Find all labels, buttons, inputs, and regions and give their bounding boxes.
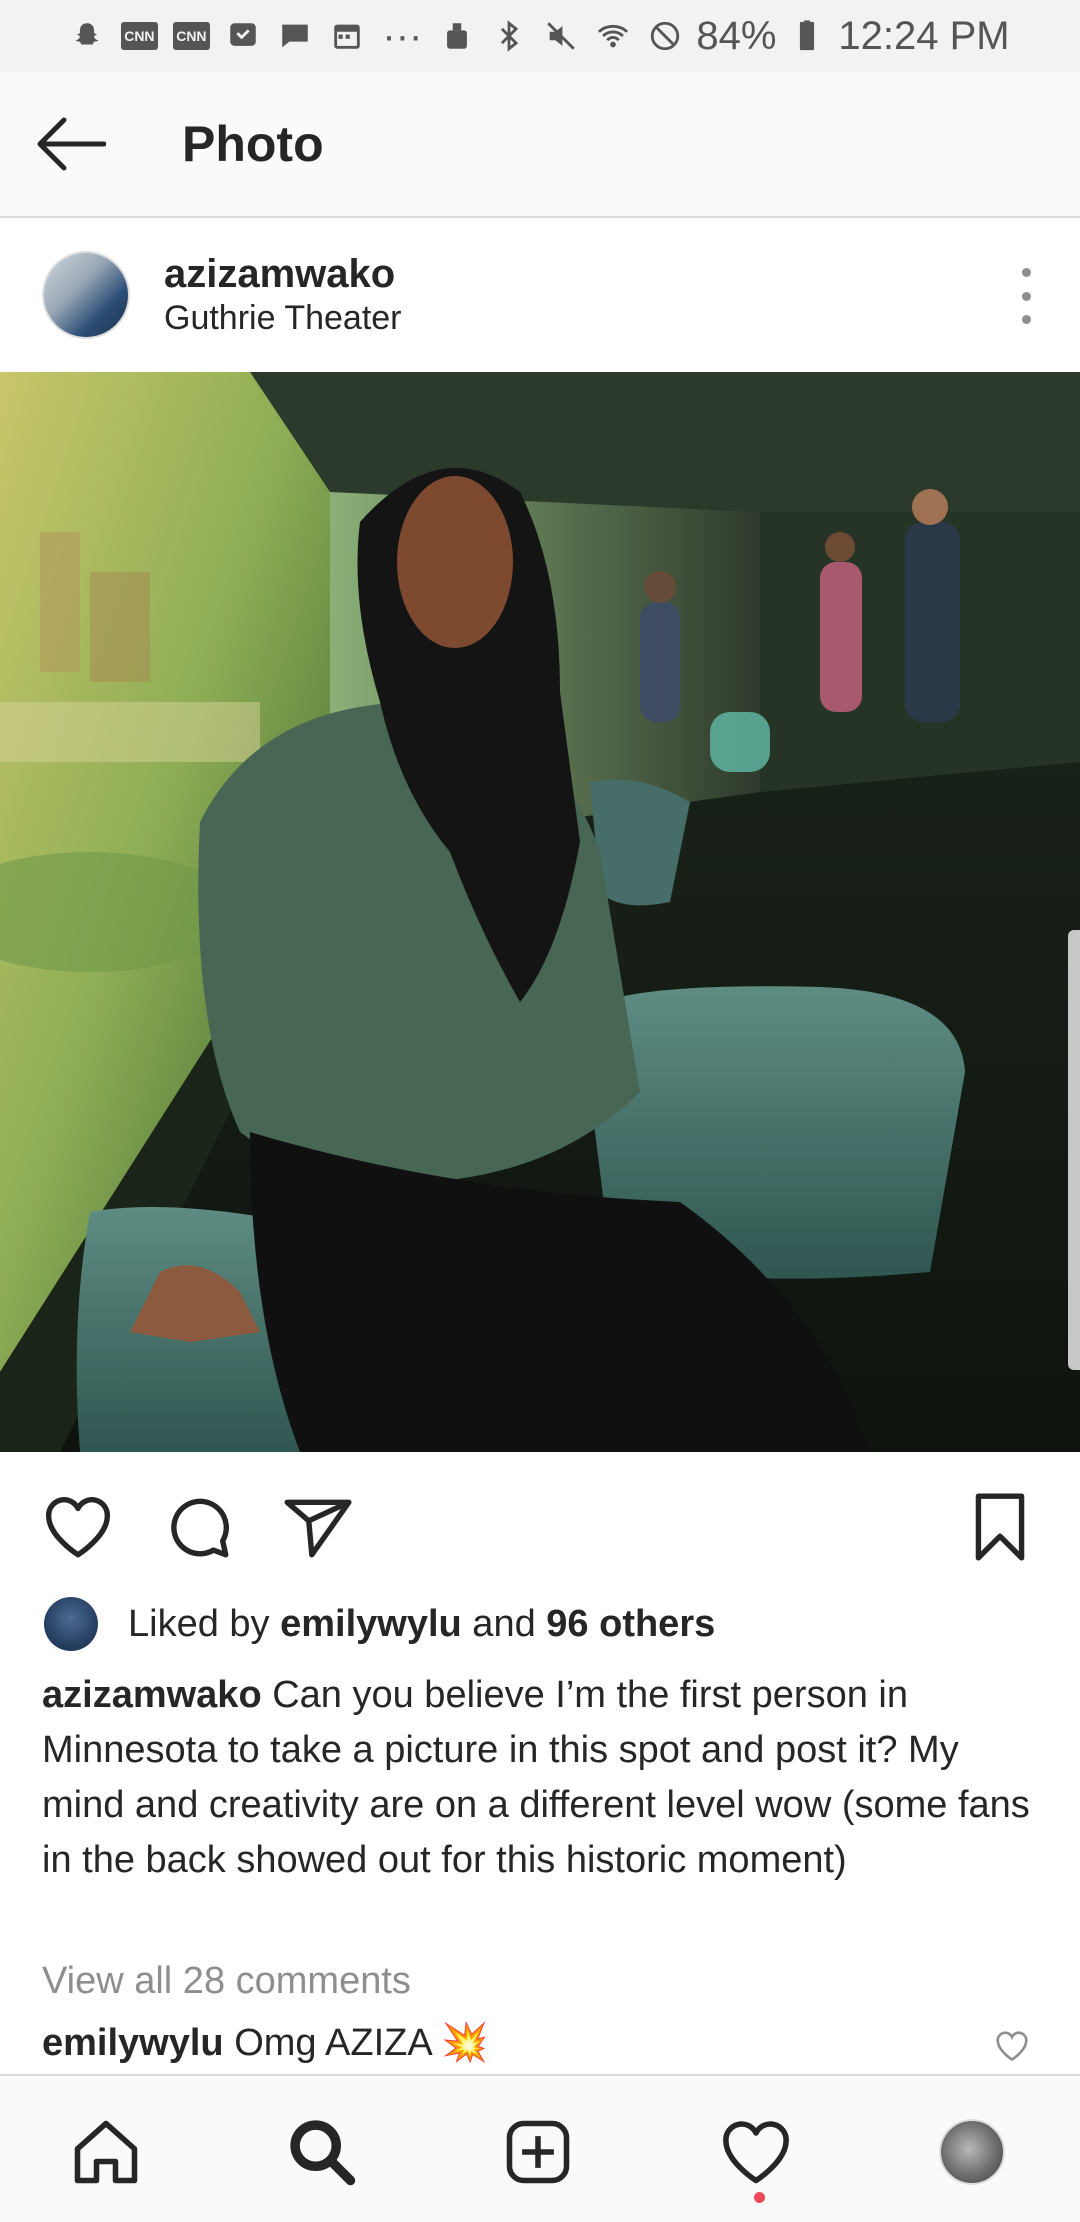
post-location[interactable]: Guthrie Theater [164,297,402,339]
likes-prefix: Liked by [128,1602,270,1645]
heart-icon [723,2121,789,2184]
more-options-icon[interactable] [1016,268,1036,324]
bookmark-icon [975,1493,1025,1561]
post-photo[interactable] [0,372,1080,1452]
liker-avatar [44,1597,98,1651]
gallery-icon [226,21,260,51]
battery-percent: 84% [696,13,777,58]
nav-search[interactable] [282,2112,362,2192]
android-icon [440,21,474,51]
message-icon [278,21,312,51]
caption-username[interactable]: azizamwako [42,1674,262,1716]
share-button[interactable] [278,1487,358,1567]
post-caption: azizamwako Can you believe I’m the first… [42,1668,1042,1888]
wifi-icon [596,21,630,51]
nav-new-post[interactable] [498,2112,578,2192]
activity-notification-dot [754,2192,765,2203]
cnn-icon: CNN [173,21,210,51]
cnn-icon: CNN [121,21,158,51]
app-header: Photo [0,72,1080,218]
comment-row: emilywylu Omg AZIZA 💥 [42,2018,488,2068]
comment-icon [171,1498,229,1558]
post-actions [0,1452,1080,1592]
comment-button[interactable] [158,1487,238,1567]
comment-username[interactable]: emilywylu [42,2022,224,2064]
scroll-indicator[interactable] [1068,930,1080,1370]
user-avatar[interactable] [42,251,130,339]
comment-like-button[interactable] [992,2028,1032,2064]
notification-icons: CNN CNN ··· [70,14,682,59]
status-bar: CNN CNN ··· 84% 12:24 PM [0,0,1080,72]
home-icon [74,2120,138,2184]
view-comments-link[interactable]: View all 28 comments [42,1956,411,2006]
clock: 12:24 PM [838,13,1010,58]
page-title: Photo [182,116,324,172]
more-notifications-icon: ··· [382,13,423,58]
heart-icon [46,1497,110,1558]
nav-profile[interactable] [932,2112,1012,2192]
post-meta: azizamwako Guthrie Theater [164,251,402,339]
nav-activity[interactable] [716,2112,796,2192]
explosion-emoji: 💥 [441,2022,489,2064]
back-button[interactable] [34,114,106,174]
calendar-icon [330,21,364,51]
back-arrow-icon [37,117,106,171]
profile-avatar [939,2119,1005,2185]
heart-icon [996,2031,1028,2062]
search-icon [290,2120,356,2186]
bottom-nav [0,2074,1080,2222]
likes-and: and [461,1602,547,1645]
send-icon [284,1499,352,1558]
nav-home[interactable] [66,2112,146,2192]
likes-line[interactable]: Liked by emilywylu and 96 others [44,1596,715,1652]
like-button[interactable] [38,1487,118,1567]
post-username[interactable]: azizamwako [164,251,402,297]
post-header: azizamwako Guthrie Theater [0,218,1080,372]
comment-text: Omg AZIZA [223,2022,442,2064]
add-post-icon [506,2120,570,2184]
save-button[interactable] [960,1487,1040,1567]
likes-user[interactable]: emilywylu [280,1603,462,1646]
battery-icon [790,20,824,51]
likes-others[interactable]: 96 others [546,1603,715,1646]
snapchat-icon [70,21,104,51]
mute-icon [544,21,578,51]
dnd-icon [648,21,682,51]
bluetooth-icon [492,20,526,52]
